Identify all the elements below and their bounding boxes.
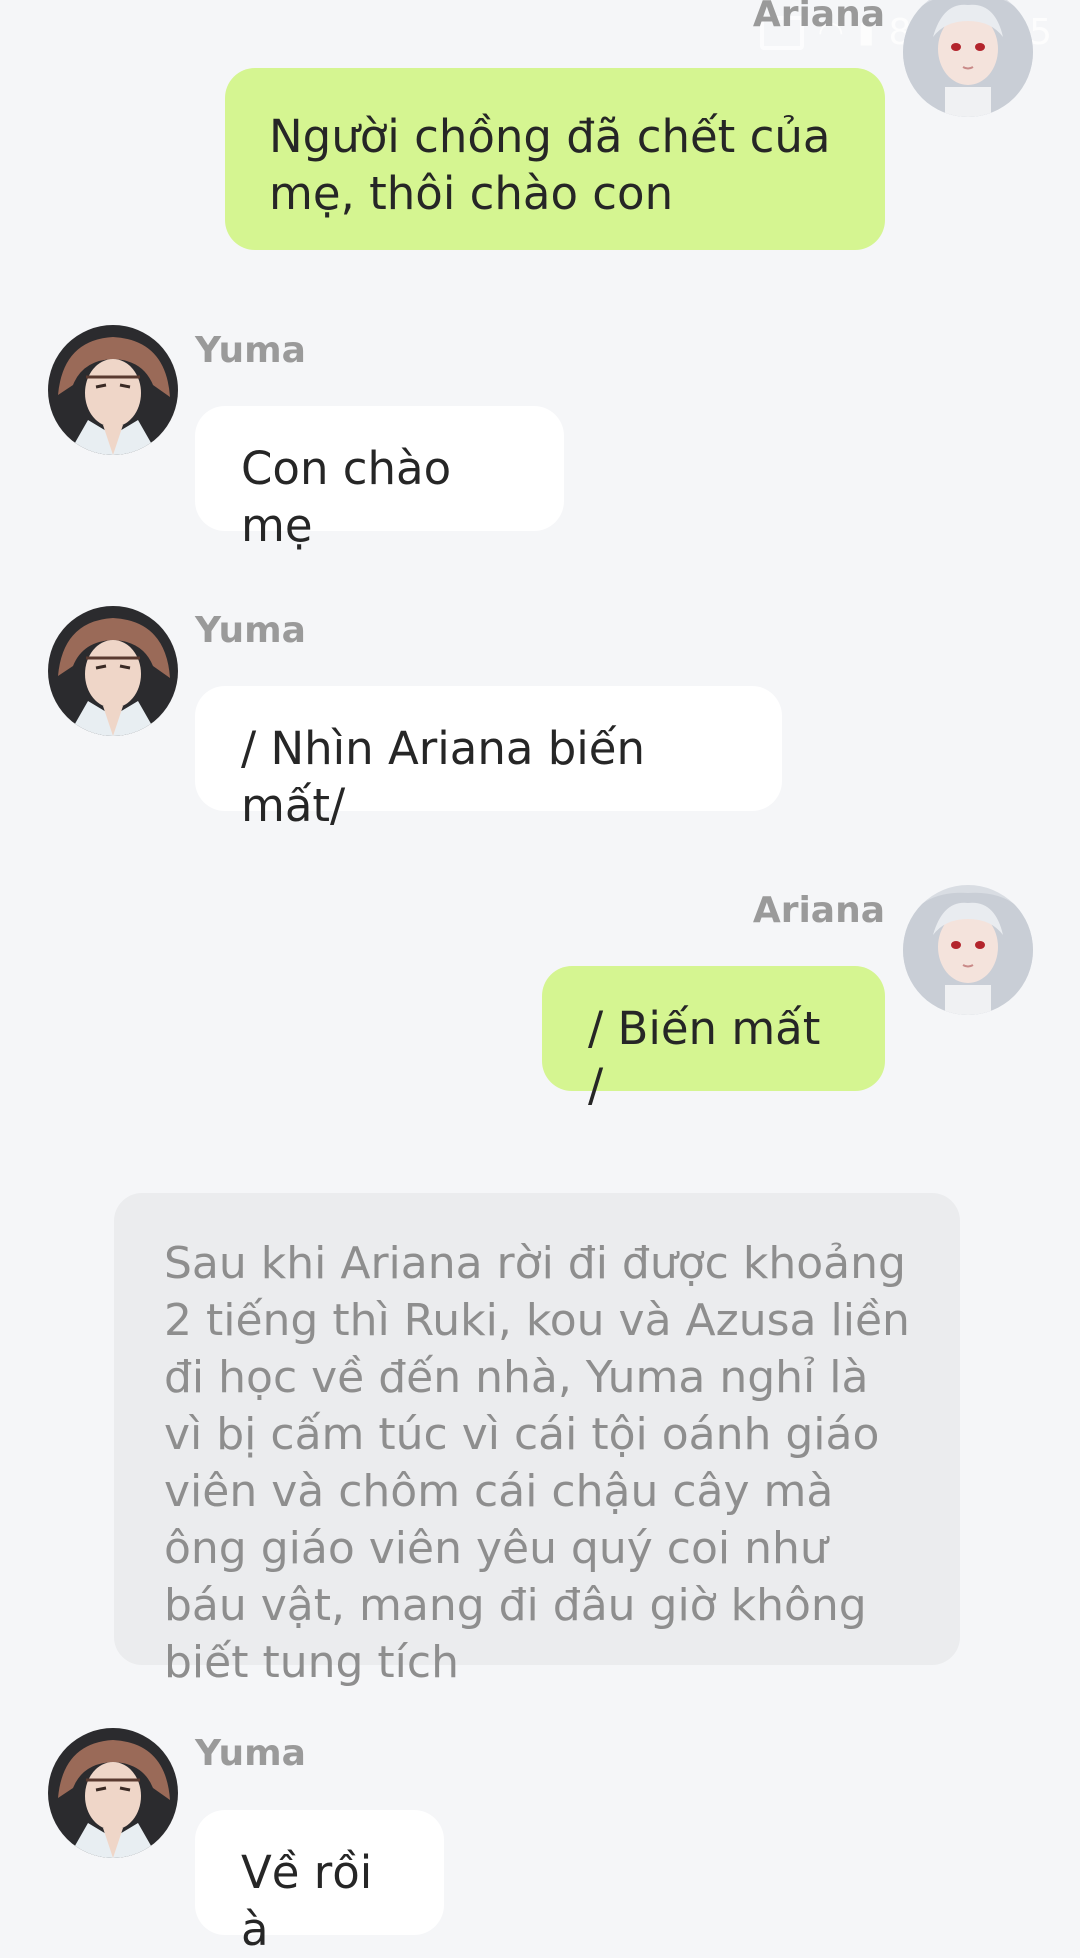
yuma-avatar[interactable]: [48, 606, 178, 736]
sender-name: Yuma: [195, 610, 306, 651]
sender-name: Yuma: [195, 1733, 306, 1774]
sender-name: Ariana: [752, 0, 885, 35]
message-text: Con chào mẹ: [241, 442, 452, 552]
ariana-avatar[interactable]: [903, 0, 1033, 117]
sender-name: Ariana: [752, 890, 885, 931]
yuma-avatar[interactable]: [48, 1728, 178, 1858]
message-bubble-received[interactable]: Con chào mẹ: [195, 406, 564, 552]
message-bubble-sent[interactable]: Người chồng đã chết của mẹ, thôi chào co…: [225, 68, 885, 250]
message-bubble-received[interactable]: / Nhìn Ariana biến mất/: [195, 686, 782, 832]
narration-box: Sau khi Ariana rời đi được khoảng 2 tiến…: [114, 1193, 960, 1688]
message-bubble-received[interactable]: Về rồi à: [195, 1810, 444, 1956]
message-bubble-sent[interactable]: / Biến mất /: [542, 966, 885, 1112]
yuma-avatar[interactable]: [48, 325, 178, 455]
message-text: Về rồi à: [241, 1846, 373, 1956]
message-text: / Nhìn Ariana biến mất/: [241, 722, 646, 832]
message-text: Người chồng đã chết của mẹ, thôi chào co…: [269, 110, 831, 220]
message-text: / Biến mất /: [588, 1002, 821, 1112]
ariana-avatar[interactable]: [903, 885, 1033, 1015]
narration-text: Sau khi Ariana rời đi được khoảng 2 tiến…: [164, 1238, 910, 1688]
sender-name: Yuma: [195, 330, 306, 371]
